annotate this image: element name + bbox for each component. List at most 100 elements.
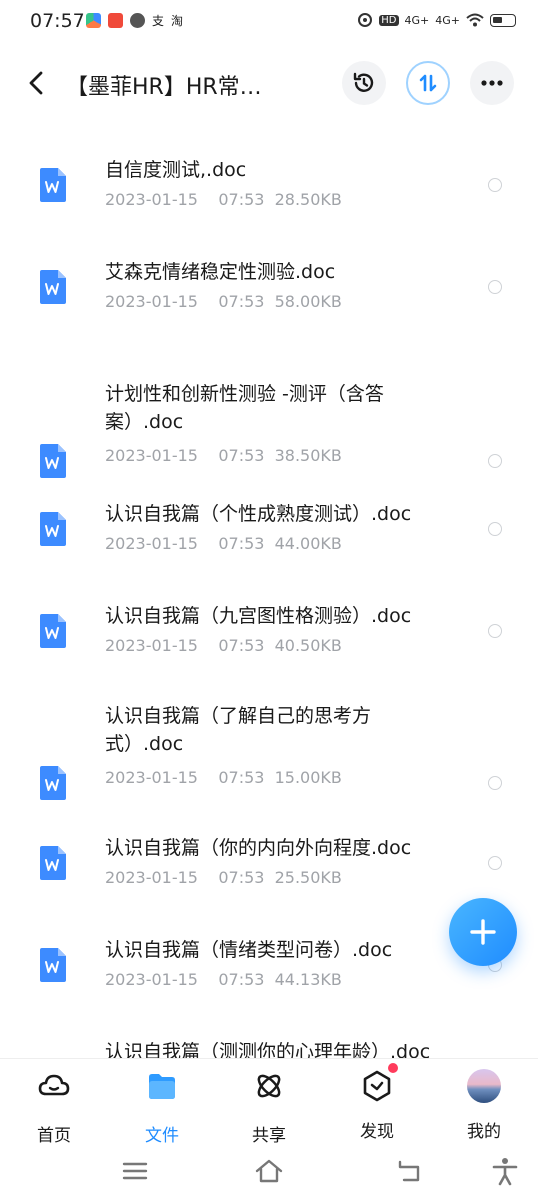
file-row[interactable]: 认识自我篇（你的内向外向程度.doc 2023-01-15 07:53 25.50…: [0, 796, 538, 896]
more-icon: [481, 80, 503, 86]
news-app-icon: [108, 13, 123, 28]
battery-icon: [490, 13, 516, 27]
nav-label-share: 共享: [252, 1126, 286, 1146]
file-date: 2023-01-15: [105, 768, 198, 787]
avatar: [467, 1069, 501, 1103]
word-doc-icon: [40, 766, 66, 800]
file-date: 2023-01-15: [105, 636, 198, 655]
file-row[interactable]: 认识自我篇（测测你的心理年龄）.doc: [0, 1000, 538, 1058]
file-name: 艾森克情绪稳定性测验.doc: [105, 261, 336, 283]
file-size: 44.13KB: [274, 970, 342, 989]
alarm-icon: [358, 13, 373, 27]
notification-dot: [388, 1063, 398, 1073]
status-bar: 07:57 支 淘 HD 4G+ 4G+: [0, 0, 538, 44]
file-size: 15.00KB: [274, 768, 342, 787]
folder-icon: [149, 1074, 175, 1099]
select-checkbox[interactable]: [488, 624, 502, 638]
signal-2: 4G+: [435, 13, 460, 27]
back-icon[interactable]: [396, 1156, 426, 1186]
alipay-icon: 支: [152, 14, 165, 28]
file-meta: 2023-01-15 07:53 58.00KB: [105, 292, 342, 311]
file-name: 认识自我篇（九宫图性格测验）.doc: [105, 605, 412, 627]
file-size: 58.00KB: [274, 292, 342, 311]
nav-label-mine: 我的: [467, 1122, 501, 1142]
file-time: 07:53: [218, 768, 265, 787]
word-doc-icon: [40, 846, 66, 880]
file-date: 2023-01-15: [105, 190, 198, 209]
history-button[interactable]: [342, 61, 386, 105]
file-meta: 2023-01-15 07:53 44.13KB: [105, 970, 342, 989]
hd-badge: HD: [379, 14, 399, 26]
app-header: 【墨菲HR】HR常…: [0, 52, 538, 114]
file-meta: 2023-01-15 07:53 44.00KB: [105, 534, 342, 553]
share-atom-icon: [257, 1074, 281, 1098]
file-time: 07:53: [218, 190, 265, 209]
file-meta: 2023-01-15 07:53 25.50KB: [105, 868, 342, 887]
nav-label-discover: 发现: [360, 1122, 394, 1142]
file-size: 28.50KB: [274, 190, 342, 209]
nav-label-home: 首页: [37, 1126, 71, 1146]
select-checkbox[interactable]: [488, 280, 502, 294]
word-doc-icon: [40, 512, 66, 546]
file-date: 2023-01-15: [105, 868, 198, 887]
chat-icon: [130, 13, 145, 28]
accessibility-icon[interactable]: [490, 1156, 520, 1186]
history-icon: [353, 72, 374, 92]
plus-icon: [470, 919, 496, 945]
file-name: 认识自我篇（个性成熟度测试）.doc: [105, 503, 412, 525]
status-indicators: HD 4G+ 4G+: [357, 12, 516, 28]
back-arrow-icon[interactable]: [22, 68, 52, 98]
sort-button[interactable]: [406, 61, 450, 105]
file-row[interactable]: 自信度测试,.doc 2023-01-15 07:53 28.50KB: [0, 118, 538, 218]
select-checkbox[interactable]: [488, 856, 502, 870]
nav-label-files: 文件: [145, 1126, 179, 1146]
file-meta: 2023-01-15 07:53 40.50KB: [105, 636, 342, 655]
status-app-icons: 支 淘: [86, 12, 183, 29]
status-time: 07:57: [30, 10, 85, 32]
word-doc-icon: [40, 614, 66, 648]
nav-home[interactable]: 首页: [14, 1069, 94, 1146]
file-row[interactable]: 认识自我篇（九宫图性格测验）.doc 2023-01-15 07:53 40.50…: [0, 564, 538, 664]
folder-title: 【墨菲HR】HR常…: [66, 75, 262, 100]
taobao-icon: 淘: [171, 14, 184, 28]
file-meta: 2023-01-15 07:53 28.50KB: [105, 190, 342, 209]
nav-discover[interactable]: 发现: [337, 1063, 417, 1142]
file-name: 认识自我篇（测测你的心理年龄）.doc: [105, 1041, 431, 1058]
system-nav-bar: [0, 1148, 538, 1200]
file-size: 44.00KB: [274, 534, 342, 553]
file-row[interactable]: 认识自我篇（个性成熟度测试）.doc 2023-01-15 07:53 44.00…: [0, 462, 538, 562]
word-doc-icon: [40, 948, 66, 982]
bottom-nav: 首页 文件 共享 发现 我的: [0, 1058, 538, 1149]
add-button[interactable]: [449, 898, 517, 966]
nav-mine[interactable]: 我的: [444, 1069, 524, 1142]
file-time: 07:53: [218, 868, 265, 887]
select-checkbox[interactable]: [488, 178, 502, 192]
file-row[interactable]: 计划性和创新性测验 -测评（含答案）.doc 2023-01-15 07:53 3…: [0, 342, 538, 478]
file-size: 25.50KB: [274, 868, 342, 887]
file-name: 认识自我篇（你的内向外向程度.doc: [105, 837, 412, 859]
menu-icon[interactable]: [120, 1156, 150, 1186]
file-name: 自信度测试,.doc: [105, 159, 247, 181]
word-doc-icon: [40, 270, 66, 304]
nav-files[interactable]: 文件: [122, 1069, 202, 1146]
file-time: 07:53: [218, 292, 265, 311]
select-checkbox[interactable]: [488, 776, 502, 790]
select-checkbox[interactable]: [488, 522, 502, 536]
wifi-icon: [466, 13, 484, 27]
file-date: 2023-01-15: [105, 970, 198, 989]
home-icon[interactable]: [254, 1156, 284, 1186]
file-row[interactable]: 认识自我篇（了解自己的思考方式）.doc 2023-01-15 07:53 15.…: [0, 664, 538, 800]
file-meta: 2023-01-15 07:53 15.00KB: [105, 768, 342, 787]
file-time: 07:53: [218, 970, 265, 989]
file-date: 2023-01-15: [105, 534, 198, 553]
word-doc-icon: [40, 168, 66, 202]
more-button[interactable]: [470, 61, 514, 105]
file-time: 07:53: [218, 534, 265, 553]
file-row[interactable]: 艾森克情绪稳定性测验.doc 2023-01-15 07:53 58.00KB: [0, 220, 538, 320]
sort-icon: [419, 74, 437, 92]
file-name: 认识自我篇（情绪类型问卷）.doc: [105, 939, 393, 961]
discover-icon: [363, 1070, 391, 1102]
nav-share[interactable]: 共享: [229, 1069, 309, 1146]
file-name: 计划性和创新性测验 -测评（含答案）.doc: [105, 383, 384, 433]
cloud-app-icon: [86, 13, 101, 28]
